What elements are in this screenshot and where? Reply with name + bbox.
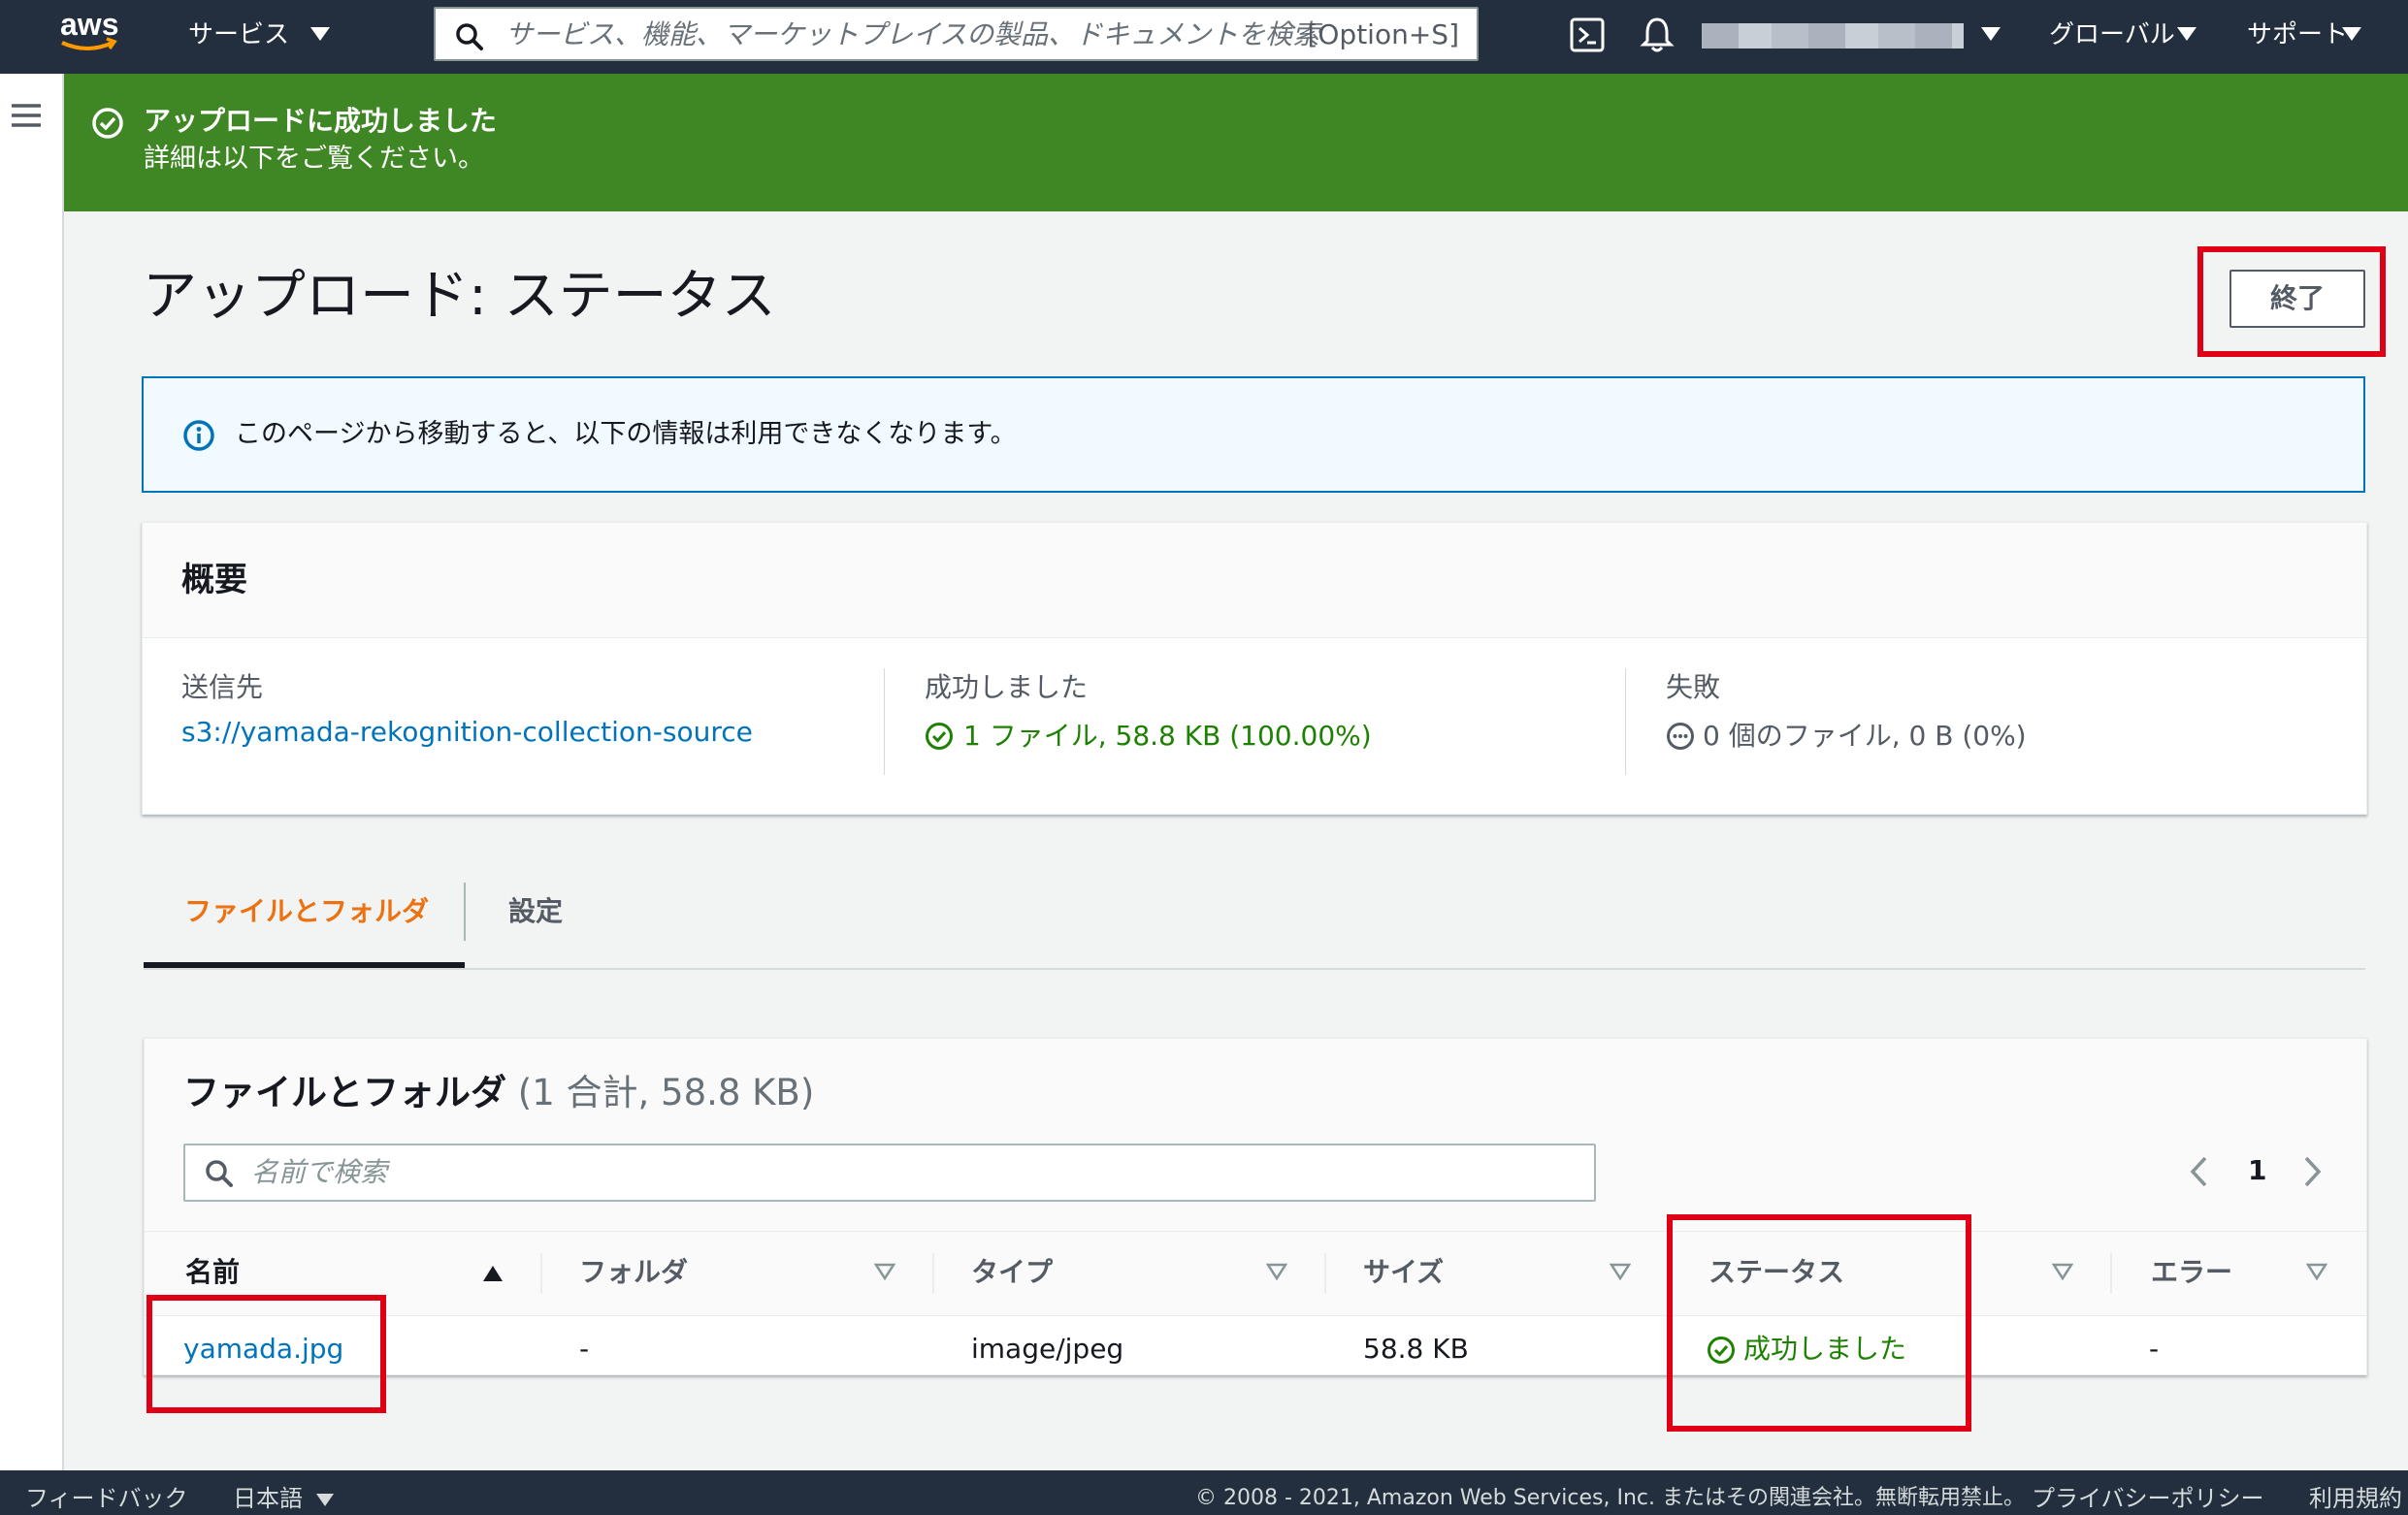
file-size: 58.8 KB [1363, 1333, 1469, 1365]
language-label: 日本語 [233, 1485, 303, 1512]
highlight-box [2197, 246, 2386, 357]
file-type: image/jpeg [971, 1333, 1124, 1365]
file-folder: - [579, 1333, 590, 1365]
column-header-type[interactable]: タイプ [971, 1253, 1053, 1292]
region-label: グローバル [2049, 20, 2175, 49]
copyright: © 2008 - 2021, Amazon Web Services, Inc.… [1195, 1486, 2026, 1510]
file-search-placeholder: 名前で検索 [251, 1156, 388, 1188]
caret-down-icon [310, 27, 330, 43]
highlight-box [146, 1295, 386, 1413]
destination-label: 送信先 [181, 671, 264, 703]
caret-down-icon [1981, 27, 2001, 43]
file-error: - [2149, 1333, 2160, 1365]
flash-message: 詳細は以下をご覧ください。 [144, 144, 484, 174]
services-label: サービス [188, 20, 290, 49]
column-separator [540, 1253, 542, 1294]
success-flashbar: アップロードに成功しました 詳細は以下をご覧ください。 [64, 74, 2408, 211]
files-title: ファイルとフォルダ (1 合計, 58.8 KB) [183, 1068, 814, 1118]
info-text: このページから移動すると、以下の情報は利用できなくなります。 [235, 419, 1017, 449]
chevron-left-icon[interactable] [2188, 1155, 2209, 1188]
hamburger-icon[interactable] [12, 103, 41, 128]
search-shortcut: [Option+S] [1307, 18, 1459, 50]
global-search-input[interactable]: サービス、機能、マーケットプレイスの製品、ドキュメントを検索 [Option+S… [434, 7, 1479, 61]
column-separator [1324, 1253, 1326, 1294]
tab-settings[interactable]: 設定 [508, 892, 563, 931]
failed-value: 0 個のファイル, 0 B (0%) [1703, 720, 2027, 752]
bell-icon[interactable] [1640, 16, 1675, 54]
files-title-text: ファイルとフォルダ [183, 1072, 506, 1113]
sort-icon[interactable] [874, 1263, 895, 1280]
sort-icon[interactable] [2052, 1263, 2073, 1280]
sort-icon[interactable] [1610, 1263, 1631, 1280]
page-number[interactable]: 1 [2248, 1151, 2266, 1190]
region-menu[interactable]: グローバル [2049, 16, 2175, 54]
side-navigation [0, 74, 64, 1470]
chevron-right-icon[interactable] [2302, 1155, 2324, 1188]
sort-icon[interactable] [1266, 1263, 1287, 1280]
top-navigation: aws サービス サービス、機能、マーケットプレイスの製品、ドキュメントを検索 … [0, 0, 2408, 74]
column-header-error[interactable]: エラー [2151, 1253, 2232, 1292]
search-icon [455, 22, 484, 51]
column-separator [2110, 1253, 2112, 1294]
svg-text:aws: aws [60, 7, 118, 42]
sort-ascending-icon[interactable] [482, 1265, 504, 1282]
terms-link[interactable]: 利用規約 [2309, 1482, 2402, 1515]
tab-divider [464, 883, 466, 941]
table-header: 名前 フォルダ タイプ サイズ ステータス エラー [145, 1231, 2366, 1316]
services-menu[interactable]: サービス [188, 16, 289, 54]
privacy-link[interactable]: プライバシーポリシー [2032, 1482, 2264, 1515]
succeeded-value: 1 ファイル, 58.8 KB (100.00%) [963, 720, 1372, 752]
files-count: (1 合計, 58.8 KB) [517, 1072, 815, 1113]
column-divider [884, 668, 885, 775]
flash-title: アップロードに成功しました [144, 105, 498, 137]
column-separator [932, 1253, 934, 1294]
sort-icon[interactable] [2306, 1263, 2327, 1280]
column-header-name[interactable]: 名前 [185, 1253, 240, 1292]
tab-files-and-folders[interactable]: ファイルとフォルダ [184, 892, 429, 931]
support-label: サポート [2247, 20, 2349, 49]
search-icon [205, 1159, 234, 1188]
aws-logo[interactable]: aws [56, 6, 124, 56]
search-placeholder: サービス、機能、マーケットプレイスの製品、ドキュメントを検索 [505, 18, 1320, 50]
column-divider [1625, 668, 1626, 775]
language-selector[interactable]: 日本語 [233, 1482, 303, 1515]
summary-header: 概要 [143, 523, 2366, 638]
failed-label: 失敗 [1666, 671, 1721, 703]
tab-bar: ファイルとフォルダ 設定 [144, 871, 2365, 970]
highlight-box [1667, 1214, 1971, 1432]
file-search-input[interactable]: 名前で検索 [183, 1144, 1596, 1202]
check-circle-icon [91, 107, 124, 140]
page-title: アップロード: ステータス [143, 265, 776, 328]
cloudshell-icon[interactable] [1570, 17, 1605, 52]
check-circle-icon [925, 722, 954, 751]
files-panel: ファイルとフォルダ (1 合計, 58.8 KB) 名前で検索 1 名前 フォル… [144, 1038, 2367, 1375]
info-circle-icon [182, 419, 215, 452]
account-name-redacted[interactable] [1702, 23, 1964, 48]
column-header-folder[interactable]: フォルダ [579, 1253, 688, 1292]
info-alert: このページから移動すると、以下の情報は利用できなくなります。 [142, 376, 2365, 493]
footer: フィードバック 日本語 © 2008 - 2021, Amazon Web Se… [0, 1470, 2408, 1515]
caret-down-icon [2177, 27, 2196, 43]
destination-link[interactable]: s3://yamada-rekognition-collection-sourc… [181, 713, 753, 752]
files-header: ファイルとフォルダ (1 合計, 58.8 KB) 名前で検索 1 [145, 1039, 2366, 1231]
summary-panel: 概要 送信先 s3://yamada-rekognition-collectio… [142, 522, 2367, 815]
ellipsis-circle-icon [1666, 722, 1695, 751]
feedback-link[interactable]: フィードバック [25, 1482, 188, 1515]
support-menu[interactable]: サポート [2247, 16, 2348, 54]
caret-down-icon [2342, 27, 2361, 43]
succeeded-label: 成功しました [925, 671, 1089, 703]
active-tab-indicator [144, 962, 465, 968]
caret-down-icon [316, 1494, 334, 1507]
column-header-size[interactable]: サイズ [1363, 1253, 1444, 1292]
summary-title: 概要 [181, 561, 247, 599]
